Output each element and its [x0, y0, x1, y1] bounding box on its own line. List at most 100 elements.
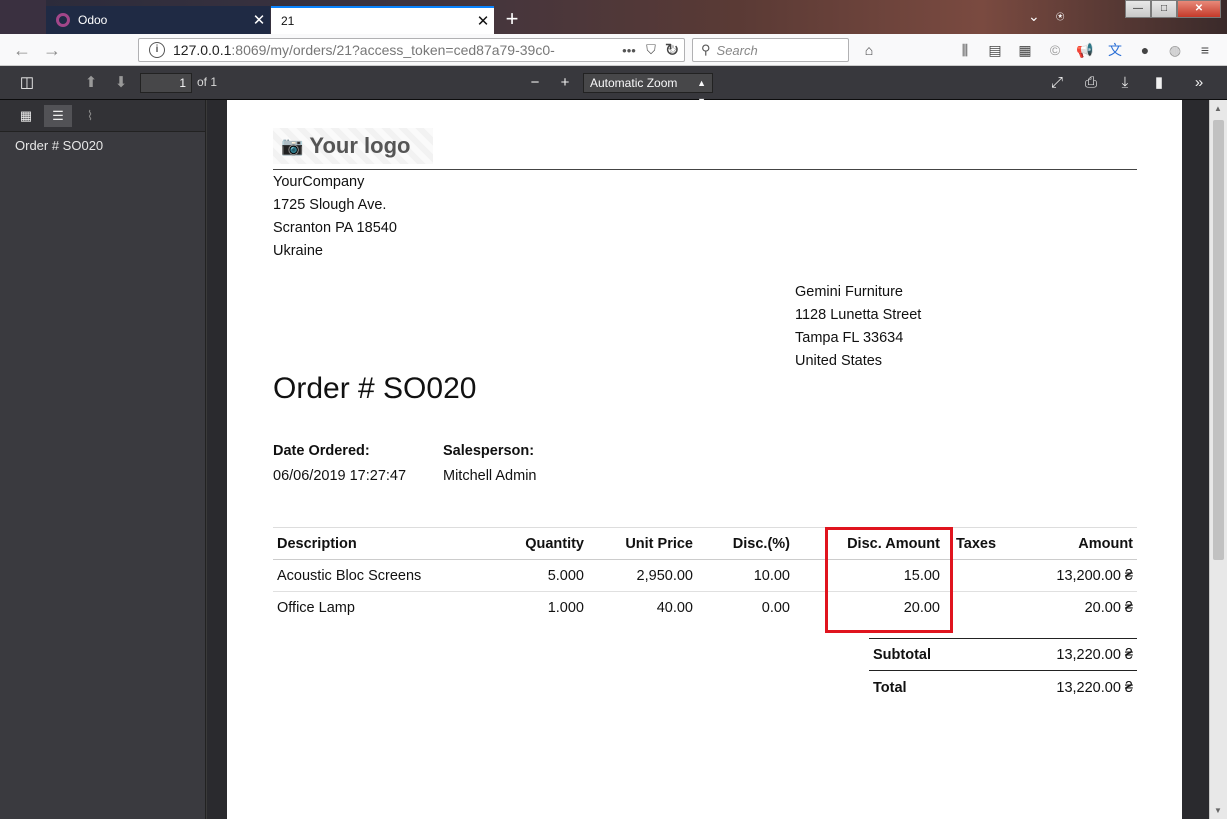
customer-city: Tampa FL 33634	[795, 330, 904, 346]
close-window-button[interactable]: ✕	[1177, 0, 1221, 18]
bookmark-icon[interactable]: ▮	[1146, 72, 1172, 94]
account-icon[interactable]: ●	[1136, 41, 1154, 59]
company-street: 1725 Slough Ave.	[273, 197, 387, 213]
extension-c-icon[interactable]: ©	[1046, 41, 1064, 59]
close-tab-icon[interactable]: ✕	[248, 11, 270, 29]
company-logo: 📷 Your logo	[273, 128, 433, 164]
outline-item[interactable]: Order # SO020	[15, 138, 103, 153]
company-address: YourCompany 1725 Slough Ave. Scranton PA…	[273, 171, 397, 263]
library-icon[interactable]: ⫼	[956, 41, 974, 59]
pdf-page: 📷 Your logo YourCompany 1725 Slough Ave.…	[227, 100, 1182, 819]
url-text[interactable]: 127.0.0.1:8069/my/orders/21?access_token…	[173, 42, 618, 58]
previous-page-button[interactable]: ⬆	[78, 72, 104, 94]
salesperson-label: Salesperson:	[443, 443, 535, 459]
total-label: Total	[873, 679, 907, 696]
presentation-mode-icon[interactable]: ⤢	[1044, 72, 1070, 94]
download-icon[interactable]: ⤓	[1112, 72, 1138, 94]
page-actions-icon[interactable]: •••	[618, 43, 640, 58]
odoo-favicon-icon	[56, 13, 70, 27]
tab-odoo[interactable]: Odoo ✕	[46, 6, 270, 34]
back-button[interactable]: ←	[12, 40, 32, 60]
salesperson-value: Mitchell Admin	[443, 468, 537, 484]
maximize-button[interactable]: □	[1151, 0, 1177, 18]
line-amount: 13,200.00 ₴	[1014, 559, 1137, 592]
totals-block: Subtotal 13,220.00 ₴ Total 13,220.00 ₴	[869, 638, 1137, 704]
line-description: Acoustic Bloc Screens	[273, 559, 483, 592]
column-header: Amount	[1014, 527, 1137, 560]
line-quantity: 5.000	[483, 559, 588, 592]
customer-street: 1128 Lunetta Street	[795, 307, 922, 323]
line-unit-price: 40.00	[656, 599, 693, 616]
header-divider	[273, 169, 1137, 170]
sidebar-toggle-icon[interactable]: ▤	[986, 41, 1004, 59]
zoom-select[interactable]: Automatic Zoom ▲▼	[583, 73, 713, 106]
total-value: 13,220.00 ₴	[1056, 679, 1133, 696]
reload-button[interactable]: ↻	[662, 40, 682, 60]
customer-country: United States	[795, 353, 883, 369]
attachments-icon[interactable]: ⌇	[76, 105, 104, 127]
company-name: YourCompany	[273, 174, 365, 190]
line-disc-pct: 0.00	[761, 599, 790, 616]
zoom-value: Automatic Zoom	[590, 76, 678, 90]
total-row: Total 13,220.00 ₴	[869, 671, 1137, 704]
date-ordered-value: 06/06/2019 17:27:47	[273, 468, 407, 484]
tab-list-icon[interactable]: ⌄	[1028, 8, 1040, 25]
tab-title: Odoo	[78, 13, 108, 27]
subtotal-row: Subtotal 13,220.00 ₴	[869, 638, 1137, 671]
order-title: Order # SO020	[273, 372, 477, 405]
subtotal-value: 13,220.00 ₴	[1056, 646, 1133, 663]
vertical-scrollbar[interactable]: ▲ ▼	[1209, 100, 1227, 819]
line-unit-price: 2,950.00	[588, 559, 697, 592]
tab-title: 21	[281, 14, 295, 28]
close-tab-icon[interactable]: ✕	[472, 12, 494, 30]
outline-icon[interactable]: ☰	[44, 105, 72, 127]
tools-icon[interactable]: »	[1186, 72, 1212, 94]
thumbnails-icon[interactable]: ▦	[12, 105, 40, 127]
search-icon: ⚲	[701, 42, 711, 57]
scrollbar-thumb[interactable]	[1213, 120, 1224, 560]
table-row: Office Lamp 1.000 40.00 0.00 20.00 20.00…	[273, 592, 1137, 624]
line-amount: 20.00 ₴	[1084, 599, 1133, 616]
pdf-toolbar: ◫ ⬆ ⬇ 1 of 1 − + Automatic Zoom ▲▼ ⤢ ⎙ ⤓…	[0, 66, 1227, 106]
next-page-button[interactable]: ⬇	[108, 72, 134, 94]
pdf-sidebar: ▦ ☰ ⌇ Order # SO020	[0, 100, 206, 819]
url-path: :8069/my/orders/21?access_token=ced87a79…	[231, 42, 555, 58]
column-header: Unit Price	[588, 527, 697, 560]
table-header-row: Description Quantity Unit Price Disc.(%)…	[273, 527, 1137, 560]
customer-address: Gemini Furniture 1128 Lunetta Street Tam…	[795, 281, 921, 373]
column-header: Description	[273, 527, 483, 560]
url-host: 127.0.0.1	[173, 42, 232, 58]
camera-icon: 📷	[281, 135, 304, 156]
pdf-viewer[interactable]: 📷 Your logo YourCompany 1725 Slough Ave.…	[207, 100, 1227, 819]
column-header: Disc.(%)	[697, 527, 794, 560]
column-header: Quantity	[483, 527, 588, 560]
scroll-down-icon[interactable]: ▼	[1214, 806, 1222, 815]
zoom-in-button[interactable]: +	[552, 72, 578, 94]
minimize-button[interactable]: —	[1125, 0, 1151, 18]
globe-icon[interactable]: ◍	[1166, 41, 1184, 59]
print-icon[interactable]: ⎙	[1078, 72, 1104, 94]
scroll-up-icon[interactable]: ▲	[1214, 104, 1222, 113]
tab-order-21[interactable]: 21 ✕	[271, 6, 494, 34]
menu-icon[interactable]: ≡	[1196, 41, 1214, 59]
search-box[interactable]: ⚲ Search	[692, 38, 849, 62]
logo-text: Your logo	[309, 133, 411, 158]
home-icon[interactable]: ⌂	[860, 41, 878, 59]
date-ordered-label: Date Ordered:	[273, 443, 370, 459]
forward-button[interactable]: →	[42, 40, 62, 60]
megaphone-icon[interactable]: 📢	[1076, 41, 1094, 59]
page-number-input[interactable]: 1	[140, 73, 192, 93]
tab-strip: Odoo ✕ 21 ✕ + ⌄ ⍟ — □ ✕	[0, 0, 1227, 34]
pocket-icon[interactable]: ⛉	[640, 42, 662, 58]
toggle-sidebar-button[interactable]: ◫	[14, 72, 40, 94]
line-description: Office Lamp	[277, 599, 355, 616]
zoom-out-button[interactable]: −	[522, 72, 548, 94]
containers-icon[interactable]: ▦	[1016, 41, 1034, 59]
sidebar-toolbar: ▦ ☰ ⌇	[0, 100, 205, 132]
new-tab-button[interactable]: +	[500, 8, 524, 32]
line-quantity: 1.000	[547, 599, 584, 616]
site-info-icon[interactable]: i	[149, 42, 165, 58]
address-bar[interactable]: i 127.0.0.1:8069/my/orders/21?access_tok…	[138, 38, 685, 62]
pin-icon[interactable]: ⍟	[1056, 8, 1064, 25]
translate-icon[interactable]: 文	[1106, 41, 1124, 59]
